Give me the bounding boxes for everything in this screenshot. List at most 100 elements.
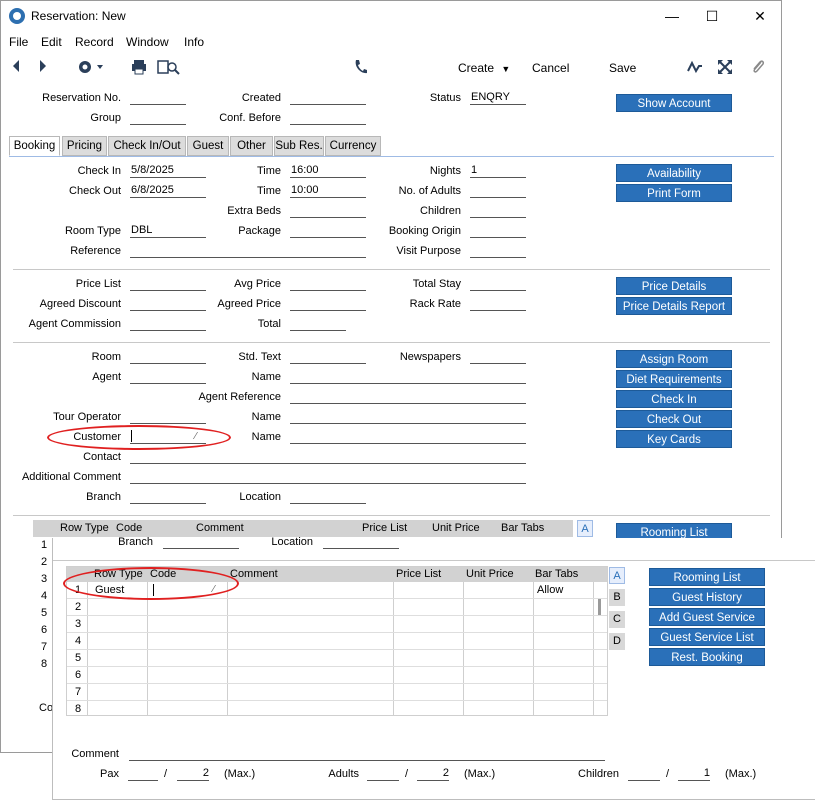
check-in-button[interactable]: Check In bbox=[616, 390, 732, 408]
table-row[interactable]: 6 bbox=[67, 667, 607, 684]
menu-window[interactable]: Window bbox=[126, 35, 169, 49]
tab-sub-res[interactable]: Sub Res. bbox=[274, 136, 324, 156]
agreed-price-field[interactable] bbox=[290, 297, 366, 311]
branch-field[interactable] bbox=[130, 490, 206, 504]
show-account-button[interactable]: Show Account bbox=[616, 94, 732, 112]
check-in-time-field[interactable]: 16:00 bbox=[290, 164, 366, 178]
table-row[interactable]: 5 bbox=[67, 650, 607, 667]
menu-file[interactable]: File bbox=[9, 35, 28, 49]
grid-tab-a[interactable]: A bbox=[609, 567, 625, 584]
room-field[interactable] bbox=[130, 350, 206, 364]
assign-room-button[interactable]: Assign Room bbox=[616, 350, 732, 368]
price-details-report-button[interactable]: Price Details Report bbox=[616, 297, 732, 315]
availability-button[interactable]: Availability bbox=[616, 164, 732, 182]
rack-rate-field[interactable] bbox=[470, 297, 526, 311]
tab-check-in-out[interactable]: Check In/Out bbox=[108, 136, 186, 156]
grid-tab-c[interactable]: C bbox=[609, 611, 625, 628]
diet-requirements-button[interactable]: Diet Requirements bbox=[616, 370, 732, 388]
adults-max-field[interactable]: 2 bbox=[417, 767, 449, 781]
nights-field[interactable]: 1 bbox=[470, 164, 526, 178]
add-guest-service-button[interactable]: Add Guest Service bbox=[649, 608, 765, 626]
visit-purpose-field[interactable] bbox=[470, 244, 526, 258]
create-button[interactable]: Create ▼ bbox=[458, 59, 510, 77]
rest-booking-button[interactable]: Rest. Booking bbox=[649, 648, 765, 666]
check-out-time-field[interactable]: 10:00 bbox=[290, 184, 366, 198]
menu-info[interactable]: Info bbox=[184, 35, 204, 49]
forward-icon[interactable] bbox=[38, 59, 48, 77]
price-list-field[interactable] bbox=[130, 277, 206, 291]
table-row[interactable]: 8 bbox=[67, 701, 607, 716]
table-row[interactable]: 3 bbox=[67, 616, 607, 633]
children-max-field[interactable]: 1 bbox=[678, 767, 710, 781]
conf-before-field[interactable] bbox=[290, 111, 366, 125]
back-icon[interactable] bbox=[11, 59, 21, 77]
room-type-field[interactable]: DBL bbox=[130, 224, 206, 238]
children-field[interactable] bbox=[470, 204, 526, 218]
reference-field[interactable] bbox=[130, 244, 366, 258]
booking-origin-field[interactable] bbox=[470, 224, 526, 238]
table-row[interactable]: 2 bbox=[67, 599, 607, 616]
tab-currency[interactable]: Currency bbox=[325, 136, 381, 156]
gear-icon[interactable] bbox=[77, 58, 105, 76]
children-field[interactable] bbox=[628, 767, 660, 781]
overlay-branch-field[interactable] bbox=[163, 535, 239, 549]
bar-tabs-cell[interactable]: Allow bbox=[537, 584, 563, 596]
key-cards-button[interactable]: Key Cards bbox=[616, 430, 732, 448]
check-in-field[interactable]: 5/8/2025 bbox=[130, 164, 206, 178]
status-field[interactable]: ENQRY bbox=[470, 91, 526, 105]
cancel-button[interactable]: Cancel bbox=[532, 59, 569, 77]
search-icon[interactable] bbox=[157, 59, 181, 77]
pax-max-field[interactable]: 2 bbox=[177, 767, 209, 781]
print-form-button[interactable]: Print Form bbox=[616, 184, 732, 202]
tour-operator-name-field[interactable] bbox=[290, 410, 526, 424]
agreed-discount-field[interactable] bbox=[130, 297, 206, 311]
guest-service-list-button[interactable]: Guest Service List bbox=[649, 628, 765, 646]
close-button[interactable]: ✕ bbox=[745, 5, 775, 27]
no-of-adults-field[interactable] bbox=[470, 184, 526, 198]
agent-commission-field[interactable] bbox=[130, 317, 206, 331]
check-out-button[interactable]: Check Out bbox=[616, 410, 732, 428]
price-details-button[interactable]: Price Details bbox=[616, 277, 732, 295]
customer-name-field[interactable] bbox=[290, 430, 526, 444]
table-row[interactable]: 4 bbox=[67, 633, 607, 650]
minimize-button[interactable]: — bbox=[657, 5, 687, 27]
tab-booking[interactable]: Booking bbox=[9, 136, 60, 156]
overlay-location-field[interactable] bbox=[323, 535, 399, 549]
avg-price-field[interactable] bbox=[290, 277, 366, 291]
pulse-icon[interactable] bbox=[687, 59, 703, 77]
scrollbar-thumb[interactable] bbox=[598, 599, 601, 615]
menu-record[interactable]: Record bbox=[75, 35, 114, 49]
tab-pricing[interactable]: Pricing bbox=[62, 136, 107, 156]
grid-tab-b[interactable]: B bbox=[609, 589, 625, 606]
check-out-field[interactable]: 6/8/2025 bbox=[130, 184, 206, 198]
additional-comment-field[interactable] bbox=[130, 470, 526, 484]
total-stay-field[interactable] bbox=[470, 277, 526, 291]
expand-icon[interactable] bbox=[717, 59, 733, 77]
total-field[interactable] bbox=[290, 317, 346, 331]
std-text-field[interactable] bbox=[290, 350, 366, 364]
tab-guest[interactable]: Guest bbox=[187, 136, 229, 156]
comment-field[interactable] bbox=[129, 747, 605, 761]
agent-name-field[interactable] bbox=[290, 370, 526, 384]
grid-tab-a[interactable]: A bbox=[577, 520, 593, 537]
guest-history-button[interactable]: Guest History bbox=[649, 588, 765, 606]
tab-other[interactable]: Other bbox=[230, 136, 273, 156]
created-field[interactable] bbox=[290, 91, 366, 105]
package-field[interactable] bbox=[290, 224, 366, 238]
extra-beds-field[interactable] bbox=[290, 204, 366, 218]
reservation-no-field[interactable] bbox=[130, 91, 186, 105]
save-button[interactable]: Save bbox=[609, 59, 636, 77]
maximize-button[interactable]: ☐ bbox=[697, 5, 727, 27]
group-field[interactable] bbox=[130, 111, 186, 125]
grid-tab-d[interactable]: D bbox=[609, 633, 625, 650]
print-icon[interactable] bbox=[131, 59, 147, 77]
menu-edit[interactable]: Edit bbox=[41, 35, 62, 49]
tour-operator-field[interactable] bbox=[130, 410, 206, 424]
table-row[interactable]: 7 bbox=[67, 684, 607, 701]
contact-field[interactable] bbox=[130, 450, 526, 464]
newspapers-field[interactable] bbox=[470, 350, 526, 364]
pax-field[interactable] bbox=[128, 767, 158, 781]
rooming-list-button[interactable]: Rooming List bbox=[649, 568, 765, 586]
location-field[interactable] bbox=[290, 490, 366, 504]
agent-reference-field[interactable] bbox=[290, 390, 526, 404]
